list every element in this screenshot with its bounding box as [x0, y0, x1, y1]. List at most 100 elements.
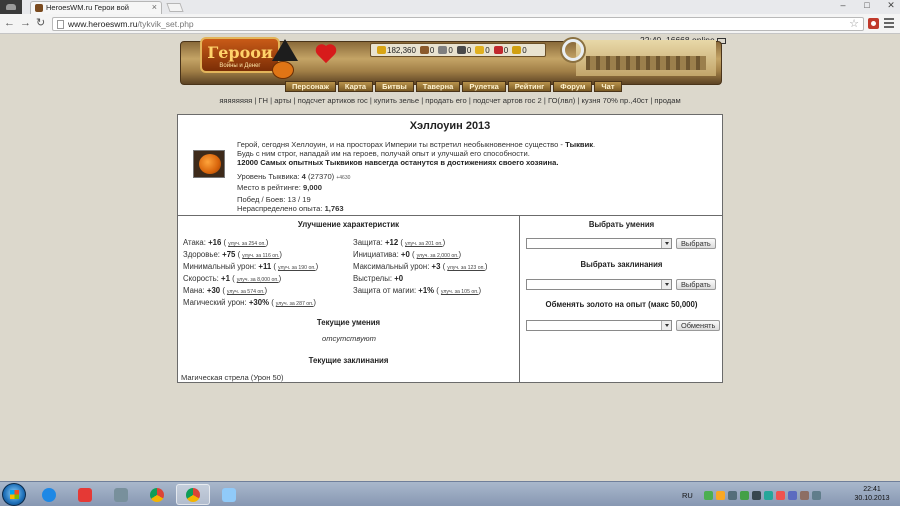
upgrade-link[interactable]: улуч. за 190 оп. [278, 265, 316, 271]
nav-item[interactable]: Чат [594, 81, 622, 92]
taskbar-ie-icon[interactable] [32, 484, 66, 505]
url-text: www.heroeswm.ru/tykvik_set.php [68, 19, 194, 29]
resource-icon [438, 46, 448, 54]
chevron-down-icon [665, 283, 669, 286]
skills-value: отсутствуют [322, 334, 376, 343]
event-intro: Хэллоуин 2013 Герой, сегодня Хеллоуин, и… [178, 115, 722, 216]
taskbar-chrome-icon[interactable] [140, 484, 174, 505]
quick-links[interactable]: яяяяяяяя | ГН | арты | подсчет артиков г… [0, 96, 900, 105]
tray-icon[interactable] [751, 490, 761, 500]
resource-value: 182,360 [387, 45, 416, 55]
stat-row: Атака: +16 (улуч. за 254 оп.) [183, 238, 269, 247]
nav-item[interactable]: Карта [337, 81, 374, 92]
taskbar-paint-icon[interactable] [212, 484, 246, 505]
chevron-down-icon [665, 324, 669, 327]
main-nav: Персонаж Карта Битвы Таверна Рулетка Рейтинг Ф… [285, 81, 622, 92]
taskbar-chrome-active-icon[interactable] [176, 484, 210, 505]
tray-icon[interactable] [715, 490, 725, 500]
upgrade-link[interactable]: улуч. за 2,000 оп. [417, 253, 459, 259]
resource-value: 0 [503, 45, 509, 55]
tray-icon[interactable] [775, 490, 785, 500]
exchange-select[interactable] [526, 320, 672, 331]
tab-title: HeroesWM.ru Герои вой [46, 3, 129, 12]
taskbar-yandex-icon[interactable] [68, 484, 102, 505]
nav-item[interactable]: Битвы [375, 81, 414, 92]
tray-icon[interactable] [703, 490, 713, 500]
forward-icon[interactable]: → [20, 17, 31, 30]
maximize-icon[interactable]: □ [862, 0, 872, 14]
choices-column: Выбрать умения Выбрать Выбрать заклинани… [521, 216, 722, 382]
chrome-menu-icon[interactable] [884, 18, 894, 29]
flag-icon[interactable] [811, 490, 821, 500]
ring-icon[interactable] [562, 39, 584, 61]
resource-icon [377, 46, 386, 54]
upgrade-link[interactable]: улуч. за 8,000 оп. [237, 277, 279, 283]
characteristics-title: Улучшение характеристик [297, 220, 400, 229]
browser-tabbar: HeroesWM.ru Герои вой × – □ ✕ [0, 0, 900, 14]
upgrade-link[interactable]: улуч. за 116 оп. [242, 253, 279, 259]
browser-profile-icon[interactable] [0, 0, 22, 14]
resource-icon [493, 46, 503, 54]
address-bar[interactable]: www.heroeswm.ru/tykvik_set.php ☆ [52, 17, 864, 31]
resource-item: 0 [512, 46, 527, 55]
nav-item[interactable]: Форум [553, 81, 593, 92]
volume-icon[interactable] [799, 490, 809, 500]
chevron-down-icon [665, 242, 669, 245]
start-button[interactable] [2, 483, 26, 506]
web-page: 22:40, 16668 online Героои Войны и Денег… [0, 35, 900, 481]
resource-item: 0 [419, 46, 434, 55]
language-indicator[interactable]: RU [682, 491, 693, 500]
tab-close-icon[interactable]: × [152, 2, 157, 12]
upgrade-link[interactable]: улуч. за 287 оп. [276, 301, 314, 307]
upgrade-link[interactable]: улуч. за 574 оп. [227, 289, 265, 295]
bookmark-star-icon[interactable]: ☆ [849, 17, 859, 30]
choose-skill-button[interactable]: Выбрать [676, 238, 716, 249]
stat-row: Максимальный урон: +3 (улуч. за 123 оп.) [353, 262, 488, 271]
browser-tab[interactable]: HeroesWM.ru Герои вой × [30, 1, 162, 14]
new-tab-button[interactable] [166, 3, 184, 12]
taskbar-clock[interactable]: 22:41 30.10.2013 [852, 485, 892, 503]
extension-icon[interactable] [868, 18, 879, 29]
close-window-icon[interactable]: ✕ [886, 0, 896, 14]
pumpkin-icon [272, 61, 294, 79]
upgrade-link[interactable]: улуч. за 123 оп. [447, 265, 485, 271]
reload-icon[interactable]: ↻ [36, 17, 45, 30]
resources-bar: 182,360 0 0 0 0 0 0 [370, 43, 546, 57]
system-tray: RU [682, 488, 821, 502]
tray-icon[interactable] [763, 490, 773, 500]
resource-icon [456, 46, 466, 54]
health-heart-icon[interactable] [314, 43, 338, 67]
site-logo[interactable]: Героои Войны и Денег [200, 37, 280, 73]
upgrade-link[interactable]: улуч. за 105 оп. [441, 289, 479, 295]
upgrade-link[interactable]: улуч. за 254 оп. [228, 241, 266, 247]
tykvik-stats: Уровень Тыквика: 4 (27370) +4630 Место в… [237, 172, 351, 192]
nav-item[interactable]: Рейтинг [507, 81, 552, 92]
network-icon[interactable] [787, 490, 797, 500]
skill-select[interactable] [526, 238, 672, 249]
nav-item[interactable]: Персонаж [285, 81, 336, 92]
tray-icon[interactable] [727, 490, 737, 500]
favicon-icon [35, 4, 43, 12]
taskbar-media-icon[interactable] [104, 484, 138, 505]
castle-image [576, 40, 716, 76]
minimize-icon[interactable]: – [838, 0, 848, 14]
resource-item: 0 [456, 46, 471, 55]
upgrade-link[interactable]: улуч. за 201 оп. [405, 241, 443, 247]
exchange-button[interactable]: Обменять [676, 320, 721, 331]
nav-item[interactable]: Рулетка [462, 81, 506, 92]
back-icon[interactable]: ← [4, 17, 15, 30]
spell-select[interactable] [526, 279, 672, 290]
window-controls: – □ ✕ [838, 0, 896, 14]
stat-row: Здоровье: +75 (улуч. за 116 оп.) [183, 250, 283, 259]
windows-taskbar: RU 22:41 30.10.2013 [0, 481, 900, 506]
tykvik-portrait-icon [193, 150, 225, 178]
stat-row: Скорость: +1 (улуч. за 8,000 оп.) [183, 274, 282, 283]
nav-item[interactable]: Таверна [415, 81, 461, 92]
stat-row: Защита: +12 (улуч. за 201 оп.) [353, 238, 446, 247]
choose-spell-button[interactable]: Выбрать [676, 279, 716, 290]
resource-item: 0 [493, 45, 509, 55]
resource-icon [475, 46, 485, 54]
battle-stats: Побед / Боев: 13 / 19 Нераспределено опы… [237, 195, 344, 213]
tray-icon[interactable] [739, 490, 749, 500]
stat-row: Мана: +30 (улуч. за 574 оп.) [183, 286, 268, 295]
